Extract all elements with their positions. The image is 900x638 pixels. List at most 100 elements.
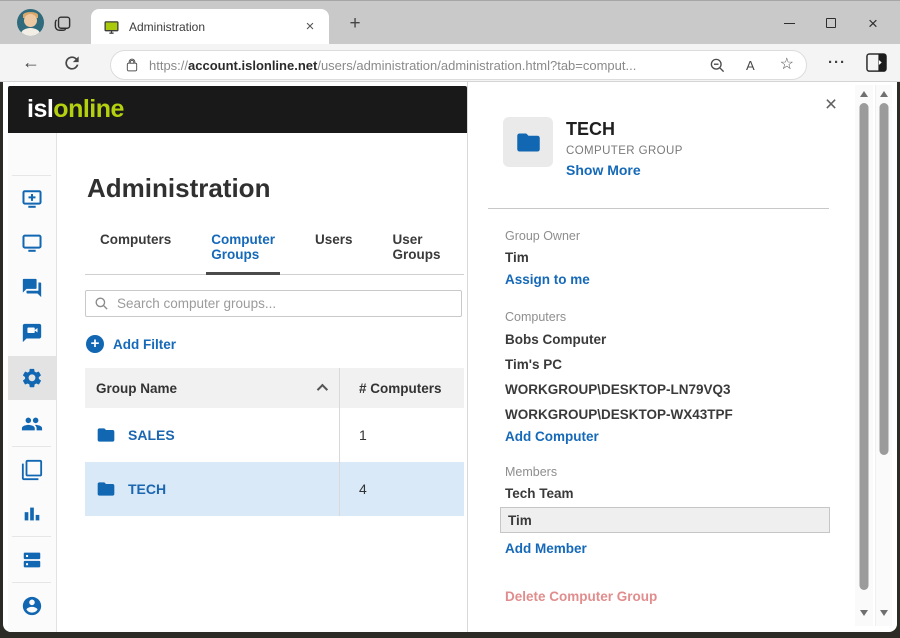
- maximize-icon: [826, 18, 836, 28]
- tab-close-icon[interactable]: ×: [301, 18, 319, 36]
- panel-scrollbar-track[interactable]: [855, 85, 873, 626]
- member-item-highlighted[interactable]: Tim: [500, 507, 830, 533]
- server-icon: [21, 549, 43, 571]
- group-detail-panel: × TECH COMPUTER GROUP Show More Group Ow…: [467, 82, 855, 632]
- tab-users[interactable]: Users: [310, 232, 358, 274]
- add-computer-link[interactable]: Add Computer: [505, 429, 599, 444]
- tab-user-groups[interactable]: User Groups: [388, 232, 446, 274]
- profile-avatar[interactable]: [17, 9, 44, 36]
- sidebar-divider: [12, 175, 51, 176]
- search-icon: [94, 296, 109, 311]
- address-bar[interactable]: https://account.islonline.net/users/admi…: [110, 50, 807, 80]
- back-button[interactable]: ←: [18, 50, 44, 76]
- read-aloud-icon[interactable]: A: [746, 58, 760, 73]
- sidebar-item-reports[interactable]: [8, 492, 56, 536]
- window-controls: ×: [768, 1, 894, 45]
- logo-isl: isl: [27, 95, 53, 123]
- sidebar-toggle-icon[interactable]: [866, 53, 887, 72]
- group-name-cell[interactable]: TECH: [96, 479, 166, 499]
- users-icon: [21, 413, 43, 435]
- column-header-computers[interactable]: # Computers: [339, 368, 464, 408]
- table-row-sales[interactable]: SALES 1: [85, 408, 464, 462]
- add-computer-icon: [21, 188, 43, 210]
- browser-toolbar: ← https://account.islonline.net/users/ad…: [0, 44, 900, 82]
- computers-header-label: # Computers: [359, 381, 442, 396]
- favorites-star-icon[interactable]: ☆: [780, 57, 794, 73]
- browser-tab[interactable]: Administration ×: [91, 9, 329, 45]
- admin-tabs: Computers Computer Groups Users User Gro…: [85, 232, 464, 275]
- new-tab-button[interactable]: +: [344, 13, 366, 35]
- sidebar-item-account[interactable]: [8, 584, 56, 628]
- close-icon: ×: [868, 15, 878, 32]
- minimize-icon: [784, 23, 795, 24]
- window-maximize-button[interactable]: [810, 8, 852, 38]
- chat-icon: [21, 277, 43, 299]
- zoom-out-indicator-icon[interactable]: [709, 57, 726, 74]
- scroll-down-arrow-icon[interactable]: [860, 610, 868, 616]
- scroll-down-arrow-icon[interactable]: [880, 610, 888, 616]
- browser-menu-button[interactable]: ···: [824, 52, 850, 76]
- address-bar-actions: A ☆: [709, 57, 794, 74]
- page-viewport: islonline: [3, 82, 897, 632]
- url-text: https://account.islonline.net/users/admi…: [149, 58, 699, 73]
- islonline-logo: islonline: [27, 95, 124, 124]
- video-chat-icon: [21, 322, 43, 344]
- settings-gear-icon: [21, 367, 43, 389]
- account-icon: [21, 595, 43, 617]
- scroll-up-arrow-icon[interactable]: [880, 91, 888, 97]
- scroll-up-arrow-icon[interactable]: [860, 91, 868, 97]
- sidebar-item-copy-sessions[interactable]: [8, 448, 56, 492]
- computer-item: Tim's PC: [505, 357, 562, 372]
- sidebar-item-computers[interactable]: [8, 221, 56, 265]
- sidebar-item-settings[interactable]: [8, 356, 56, 400]
- folder-icon: [515, 129, 542, 156]
- sidebar-item-users[interactable]: [8, 402, 56, 446]
- group-name-header-label: Group Name: [96, 381, 177, 396]
- add-filter-button[interactable]: + Add Filter: [86, 335, 176, 353]
- browser-tab-strip: Administration × + ×: [0, 0, 900, 44]
- sidebar-divider: [12, 582, 51, 583]
- logo-online: online: [53, 95, 124, 123]
- show-more-link[interactable]: Show More: [566, 162, 641, 178]
- computer-count: 1: [359, 427, 367, 443]
- lock-icon[interactable]: [125, 58, 139, 73]
- tab-computer-groups[interactable]: Computer Groups: [206, 232, 280, 275]
- url-host: account.islonline.net: [188, 58, 317, 73]
- browser-scrollbar-thumb[interactable]: [880, 103, 889, 455]
- workspaces-icon[interactable]: [53, 14, 72, 33]
- panel-close-icon[interactable]: ×: [820, 95, 842, 117]
- browser-scrollbar-track[interactable]: [875, 85, 892, 626]
- group-title: TECH: [566, 119, 615, 140]
- computer-count: 4: [359, 481, 367, 497]
- member-item: Tech Team: [505, 486, 574, 501]
- window-minimize-button[interactable]: [768, 8, 810, 38]
- folder-icon: [96, 425, 116, 445]
- window-close-button[interactable]: ×: [852, 8, 894, 38]
- group-name-cell[interactable]: SALES: [96, 425, 175, 445]
- sidebar-item-chat[interactable]: [8, 266, 56, 310]
- url-scheme: https://: [149, 58, 188, 73]
- sidebar-item-servers[interactable]: [8, 538, 56, 582]
- url-path: /users/administration/administration.htm…: [317, 58, 636, 73]
- computer-groups-table: Group Name # Computers SALES 1: [85, 368, 464, 516]
- sidebar-item-add-computer[interactable]: [8, 177, 56, 221]
- copy-sessions-icon: [21, 459, 43, 481]
- group-name-label: SALES: [128, 427, 175, 443]
- table-row-tech[interactable]: TECH 4: [85, 462, 464, 516]
- search-input[interactable]: [117, 296, 453, 311]
- delete-computer-group-link[interactable]: Delete Computer Group: [505, 589, 657, 604]
- tab-computers[interactable]: Computers: [95, 232, 176, 274]
- group-icon-tile: [503, 117, 553, 167]
- refresh-button[interactable]: [62, 53, 82, 73]
- add-filter-label: Add Filter: [113, 337, 176, 352]
- computer-item: WORKGROUP\DESKTOP-LN79VQ3: [505, 382, 731, 397]
- group-name-label: TECH: [128, 481, 166, 497]
- assign-to-me-link[interactable]: Assign to me: [505, 272, 590, 287]
- computer-item: Bobs Computer: [505, 332, 606, 347]
- column-header-group-name[interactable]: Group Name: [85, 368, 339, 408]
- add-member-link[interactable]: Add Member: [505, 541, 587, 556]
- table-header-row: Group Name # Computers: [85, 368, 464, 408]
- sidebar-item-video-chat[interactable]: [8, 311, 56, 355]
- reports-bar-chart-icon: [21, 503, 43, 525]
- panel-scrollbar-thumb[interactable]: [860, 103, 869, 590]
